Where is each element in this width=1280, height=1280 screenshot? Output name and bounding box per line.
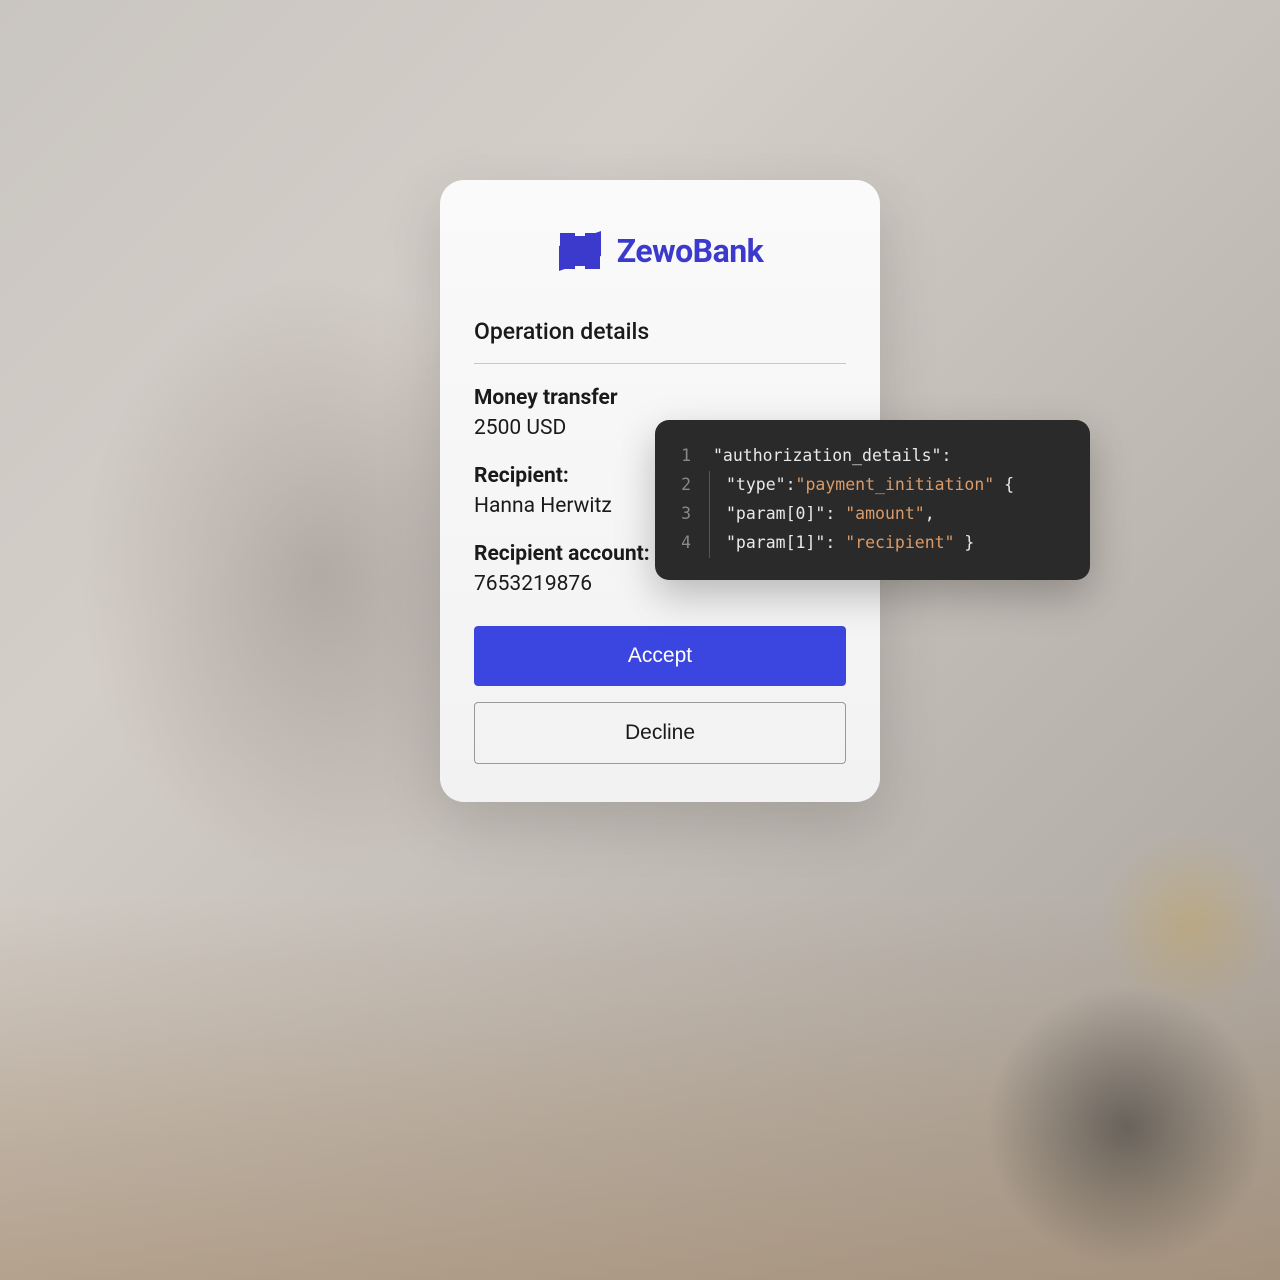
code-line: 4 "param[1]": "recipient" } [679,529,1066,558]
code-line: 1 "authorization_details": [679,442,1066,471]
brand-name: ZewoBank [617,232,764,270]
section-title: Operation details [474,318,846,345]
detail-label: Money transfer [474,386,846,410]
code-line: 2 "type":"payment_initiation" { [679,471,1066,500]
line-number: 4 [679,529,691,558]
line-content: "param[1]": "recipient" } [709,529,974,558]
zewobank-logo-icon [557,228,603,274]
accept-button[interactable]: Accept [474,626,846,686]
line-number: 3 [679,500,691,529]
line-content: "authorization_details": [711,442,951,471]
brand-row: ZewoBank [474,228,846,274]
code-line: 3 "param[0]": "amount", [679,500,1066,529]
line-content: "param[0]": "amount", [709,500,935,529]
decline-button[interactable]: Decline [474,702,846,764]
line-number: 2 [679,471,691,500]
code-panel: 1 "authorization_details": 2 "type":"paymen… [655,420,1090,580]
line-number: 1 [679,442,691,471]
line-content: "type":"payment_initiation" { [709,471,1014,500]
divider [474,363,846,364]
